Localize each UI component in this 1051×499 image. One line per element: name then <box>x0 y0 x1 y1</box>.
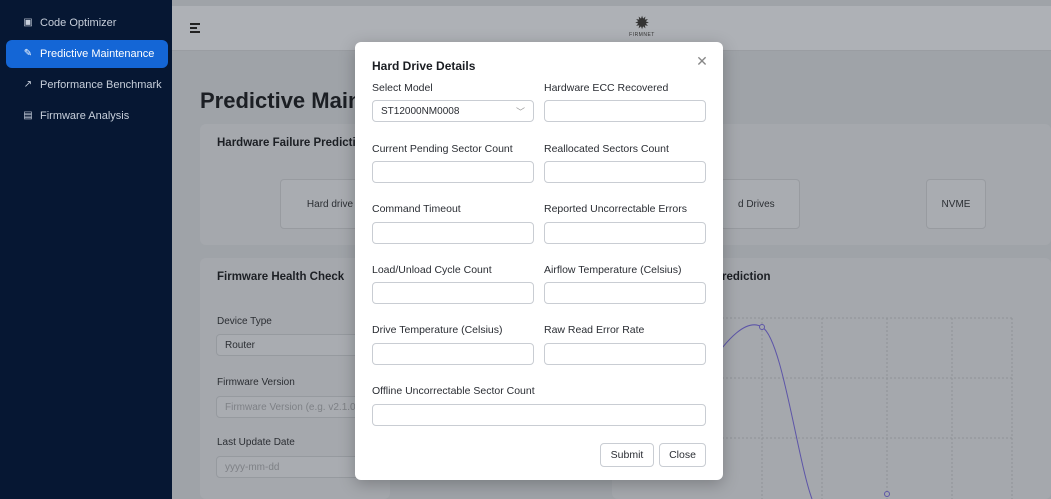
select-model-label: Select Model <box>372 82 433 94</box>
sidebar-item-label: Firmware Analysis <box>40 110 130 122</box>
pending-sector-label: Current Pending Sector Count <box>372 143 513 155</box>
select-model-value: ST12000NM0008 <box>381 105 460 117</box>
sidebar-item-code-optimizer[interactable]: ▣ Code Optimizer <box>6 9 168 37</box>
command-timeout-input[interactable] <box>372 222 534 244</box>
raw-read-error-input[interactable] <box>544 343 706 365</box>
airflow-temp-label: Airflow Temperature (Celsius) <box>544 264 682 276</box>
data-point <box>759 324 765 330</box>
sidebar-item-predictive-maintenance[interactable]: ✎ Predictive Maintenance <box>6 40 168 68</box>
sidebar-item-performance-benchmark[interactable]: ↗ Performance Benchmark <box>6 71 168 99</box>
close-button[interactable]: Close <box>659 443 706 467</box>
airflow-temp-input[interactable] <box>544 282 706 304</box>
card-title: Firmware Health Check <box>217 271 345 283</box>
hard-drive-details-modal: Hard Drive Details ✕ Select Model ST1200… <box>355 42 723 480</box>
modal-title: Hard Drive Details <box>372 59 476 73</box>
sidebar: ▣ Code Optimizer ✎ Predictive Maintenanc… <box>0 0 172 499</box>
submit-button[interactable]: Submit <box>600 443 654 467</box>
card-title: rediction <box>722 271 771 283</box>
select-model-dropdown[interactable]: ST12000NM0008 ﹀ <box>372 100 534 122</box>
reallocated-input[interactable] <box>544 161 706 183</box>
app-window: ▣ Code Optimizer ✎ Predictive Maintenanc… <box>0 0 1051 499</box>
command-timeout-label: Command Timeout <box>372 203 461 215</box>
logo-text: FIRMNET <box>629 32 655 38</box>
drive-temp-label: Drive Temperature (Celsius) <box>372 324 503 336</box>
device-type-label: Device Type <box>217 316 272 327</box>
pending-sector-input[interactable] <box>372 161 534 183</box>
reported-uncorrectable-input[interactable] <box>544 222 706 244</box>
ssd-drives-chip[interactable]: d Drives <box>720 179 800 229</box>
offline-uncorrectable-label: Offline Uncorrectable Sector Count <box>372 385 535 397</box>
wrench-icon: ✎ <box>23 48 33 59</box>
load-unload-input[interactable] <box>372 282 534 304</box>
prediction-line <box>707 324 813 499</box>
code-icon: ▣ <box>23 17 33 28</box>
last-update-label: Last Update Date <box>217 437 295 448</box>
sidebar-item-firmware-analysis[interactable]: ▤ Firmware Analysis <box>6 102 168 130</box>
drive-temp-input[interactable] <box>372 343 534 365</box>
sidebar-item-label: Performance Benchmark <box>40 79 162 91</box>
chart-icon: ↗ <box>23 79 33 90</box>
raw-read-error-label: Raw Read Error Rate <box>544 324 645 336</box>
sidebar-item-label: Code Optimizer <box>40 17 117 29</box>
page-title: Predictive Maint <box>200 88 369 113</box>
gear-logo-icon: ✹ <box>634 13 650 33</box>
hardware-ecc-label: Hardware ECC Recovered <box>544 82 669 94</box>
sidebar-item-label: Predictive Maintenance <box>40 48 155 60</box>
data-point <box>884 491 890 497</box>
nvme-chip[interactable]: NVME <box>926 179 986 229</box>
reallocated-label: Reallocated Sectors Count <box>544 143 669 155</box>
chevron-down-icon: ﹀ <box>515 107 525 117</box>
reported-uncorrectable-label: Reported Uncorrectable Errors <box>544 203 687 215</box>
offline-uncorrectable-input[interactable] <box>372 404 706 426</box>
firmware-version-label: Firmware Version <box>217 377 295 388</box>
menu-toggle-icon[interactable] <box>190 23 202 33</box>
load-unload-label: Load/Unload Cycle Count <box>372 264 492 276</box>
hardware-ecc-input[interactable] <box>544 100 706 122</box>
chip-icon: ▤ <box>23 110 33 121</box>
close-icon[interactable]: ✕ <box>695 54 709 68</box>
card-title: Hardware Failure Predictio <box>217 137 363 149</box>
